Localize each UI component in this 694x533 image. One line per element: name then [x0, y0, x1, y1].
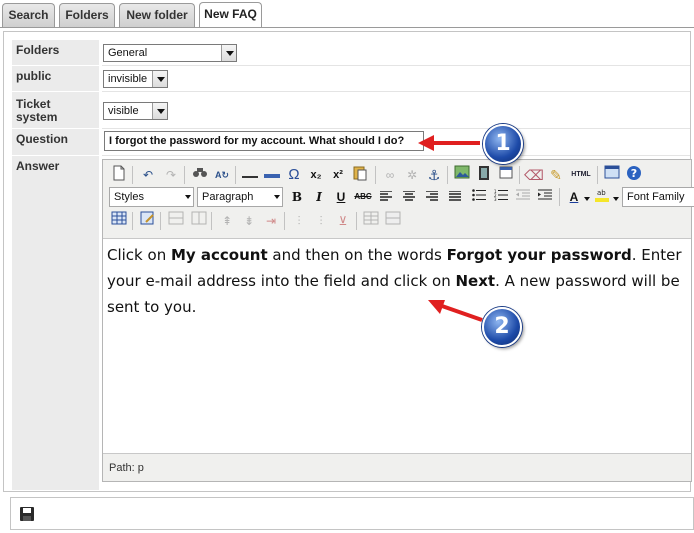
arrow-2	[428, 300, 483, 322]
annotation-overlay	[418, 135, 483, 322]
callout-1: 1	[483, 124, 523, 164]
callout-2: 2	[482, 307, 522, 347]
arrow-1	[418, 135, 480, 151]
